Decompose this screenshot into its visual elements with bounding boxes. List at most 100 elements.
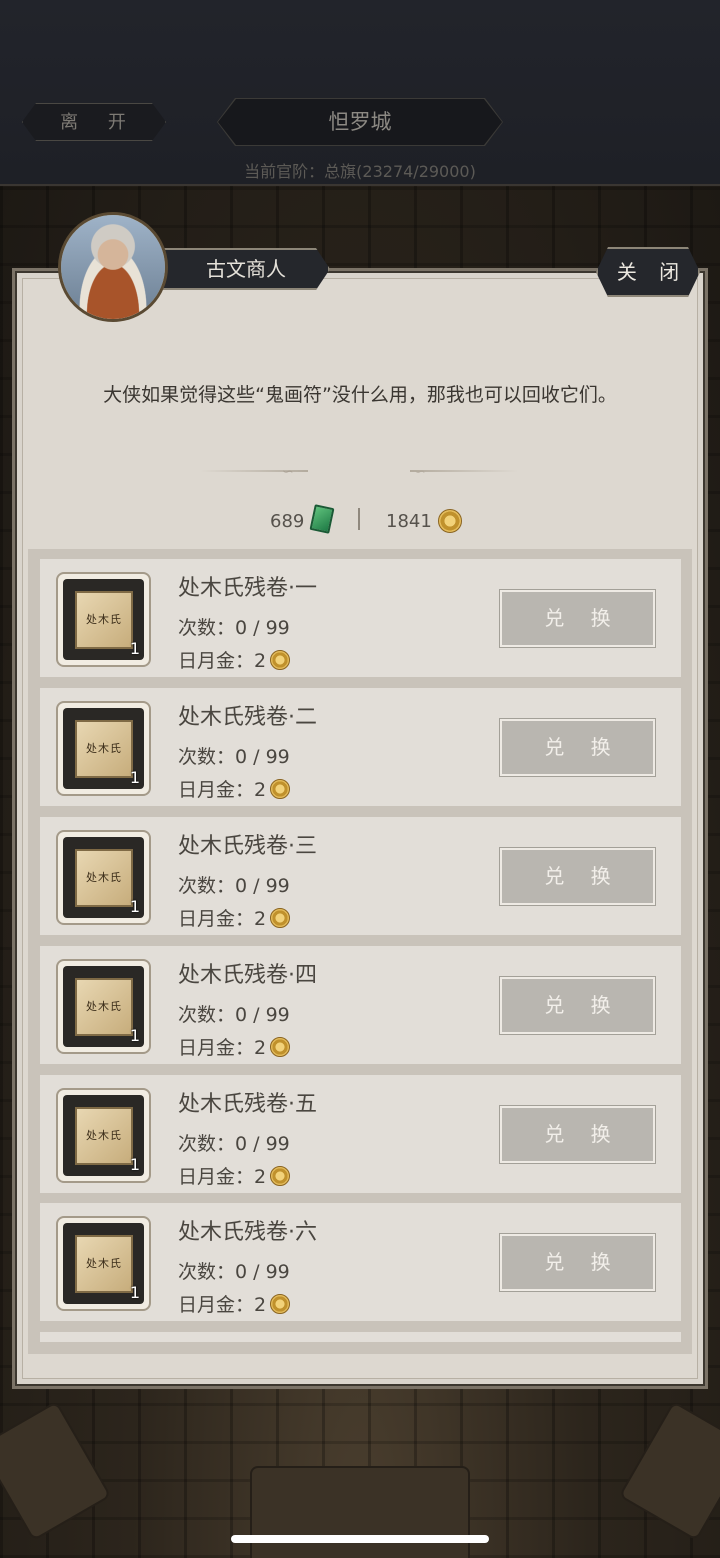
list-item-partial: [40, 1332, 681, 1342]
item-quantity: 1: [129, 1155, 140, 1174]
list-item: 处木氏 1 处木氏残卷·二 次数：0 / 99 日月金：2 兑 换: [40, 688, 681, 806]
price-line: 日月金：2: [178, 1162, 291, 1189]
gold-coin-icon: [270, 908, 291, 928]
price-label: 日月金：: [178, 1037, 255, 1059]
price-value: 2: [254, 1037, 267, 1059]
top-bar: 离 开 怛罗城 当前官阶：总旗(23274/29000): [0, 0, 720, 186]
price-line: 日月金：2: [178, 1033, 291, 1060]
scroll-icon: 处木氏: [75, 720, 133, 778]
item-thumbnail[interactable]: 处木氏 1: [56, 1088, 151, 1183]
scroll-label: 处木氏: [86, 871, 122, 884]
item-thumbnail[interactable]: 处木氏 1: [56, 701, 151, 796]
list-item: 处木氏 1 处木氏残卷·四 次数：0 / 99 日月金：2 兑 换: [40, 946, 681, 1064]
exchange-count: 次数：0 / 99: [178, 875, 290, 897]
exchange-count: 次数：0 / 99: [178, 617, 290, 639]
exchange-button[interactable]: 兑 换: [499, 718, 656, 777]
price-label: 日月金：: [178, 650, 255, 672]
price-value: 2: [254, 908, 267, 930]
scroll-label: 处木氏: [86, 742, 122, 755]
item-name: 处木氏残卷·一: [178, 576, 317, 601]
exchange-button[interactable]: 兑 换: [499, 847, 656, 906]
barrel-right: [618, 1400, 720, 1542]
item-thumbnail[interactable]: 处木氏 1: [56, 959, 151, 1054]
exchange-count: 次数：0 / 99: [178, 1004, 290, 1026]
divider-right: [410, 470, 518, 472]
exchange-count: 次数：0 / 99: [178, 746, 290, 768]
scroll-image: 处木氏 1: [63, 579, 144, 660]
scroll-image: 处木氏 1: [63, 837, 144, 918]
scroll-image: 处木氏 1: [63, 708, 144, 789]
scroll-icon: 处木氏: [75, 978, 133, 1036]
price-label: 日月金：: [178, 1166, 255, 1188]
item-quantity: 1: [129, 639, 140, 658]
exchange-button[interactable]: 兑 换: [499, 1105, 656, 1164]
item-name: 处木氏残卷·二: [178, 705, 317, 730]
gold-coin-icon: [438, 509, 462, 533]
price-line: 日月金：2: [178, 646, 291, 673]
scroll-image: 处木氏 1: [63, 1095, 144, 1176]
gold-coin-icon: [270, 779, 291, 799]
gold-amount: 1841: [386, 511, 432, 532]
gold-coin-icon: [270, 1294, 291, 1314]
item-quantity: 1: [129, 1283, 140, 1302]
item-name: 处木氏残卷·四: [178, 963, 317, 988]
exchange-button[interactable]: 兑 换: [499, 589, 656, 648]
npc-name-tag: 古文商人: [162, 248, 330, 290]
item-thumbnail[interactable]: 处木氏 1: [56, 572, 151, 667]
list-item: 处木氏 1 处木氏残卷·一 次数：0 / 99 日月金：2 兑 换: [40, 559, 681, 677]
scroll-icon: 处木氏: [75, 591, 133, 649]
leave-button[interactable]: 离 开: [22, 103, 166, 141]
barrel-left: [0, 1400, 112, 1542]
exchange-count: 次数：0 / 99: [178, 1133, 290, 1155]
merchant-portrait: [61, 215, 165, 319]
rank-status: 当前官阶：总旗(23274/29000): [244, 162, 476, 181]
price-value: 2: [254, 650, 267, 672]
list-item: 处木氏 1 处木氏残卷·六 次数：0 / 99 日月金：2 兑 换: [40, 1203, 681, 1321]
exchange-count: 次数：0 / 99: [178, 1261, 290, 1283]
home-indicator[interactable]: [231, 1535, 489, 1543]
currency-separator: [358, 508, 360, 530]
gate-structure: [250, 1466, 470, 1558]
scroll-icon: 处木氏: [75, 849, 133, 907]
gold-coin-icon: [270, 1037, 291, 1057]
gold-coin-icon: [270, 1166, 291, 1186]
list-item: 处木氏 1 处木氏残卷·五 次数：0 / 99 日月金：2 兑 换: [40, 1075, 681, 1193]
city-title: 怛罗城: [218, 99, 502, 145]
exchange-button[interactable]: 兑 换: [499, 976, 656, 1035]
scroll-label: 处木氏: [86, 1129, 122, 1142]
scroll-label: 处木氏: [86, 613, 122, 626]
scroll-image: 处木氏 1: [63, 966, 144, 1047]
price-label: 日月金：: [178, 779, 255, 801]
item-thumbnail[interactable]: 处木氏 1: [56, 1216, 151, 1311]
price-line: 日月金：2: [178, 775, 291, 802]
item-thumbnail[interactable]: 处木氏 1: [56, 830, 151, 925]
item-name: 处木氏残卷·六: [178, 1220, 317, 1245]
price-label: 日月金：: [178, 908, 255, 930]
price-value: 2: [254, 1166, 267, 1188]
item-quantity: 1: [129, 1026, 140, 1045]
price-value: 2: [254, 779, 267, 801]
gold-coin-icon: [270, 650, 291, 670]
close-button[interactable]: 关 闭: [596, 247, 700, 297]
price-line: 日月金：2: [178, 904, 291, 931]
currency-row: 689 1841: [0, 505, 720, 537]
item-name: 处木氏残卷·三: [178, 834, 317, 859]
merchant-message: 大侠如果觉得这些“鬼画符”没什么用，那我也可以回收它们。: [103, 384, 617, 406]
scroll-image: 处木氏 1: [63, 1223, 144, 1304]
merchant-avatar: [58, 212, 168, 322]
divider-ornament-left: ∽: [282, 464, 294, 480]
scroll-label: 处木氏: [86, 1257, 122, 1270]
scroll-icon: 处木氏: [75, 1107, 133, 1165]
divider-ornament-right: ∽: [414, 464, 426, 480]
item-quantity: 1: [129, 897, 140, 916]
list-item: 处木氏 1 处木氏残卷·三 次数：0 / 99 日月金：2 兑 换: [40, 817, 681, 935]
price-line: 日月金：2: [178, 1290, 291, 1317]
exchange-button[interactable]: 兑 换: [499, 1233, 656, 1292]
scroll-label: 处木氏: [86, 1000, 122, 1013]
item-quantity: 1: [129, 768, 140, 787]
scroll-icon: 处木氏: [75, 1235, 133, 1293]
price-value: 2: [254, 1294, 267, 1316]
jade-amount: 689: [270, 511, 305, 532]
price-label: 日月金：: [178, 1294, 255, 1316]
item-name: 处木氏残卷·五: [178, 1092, 317, 1117]
